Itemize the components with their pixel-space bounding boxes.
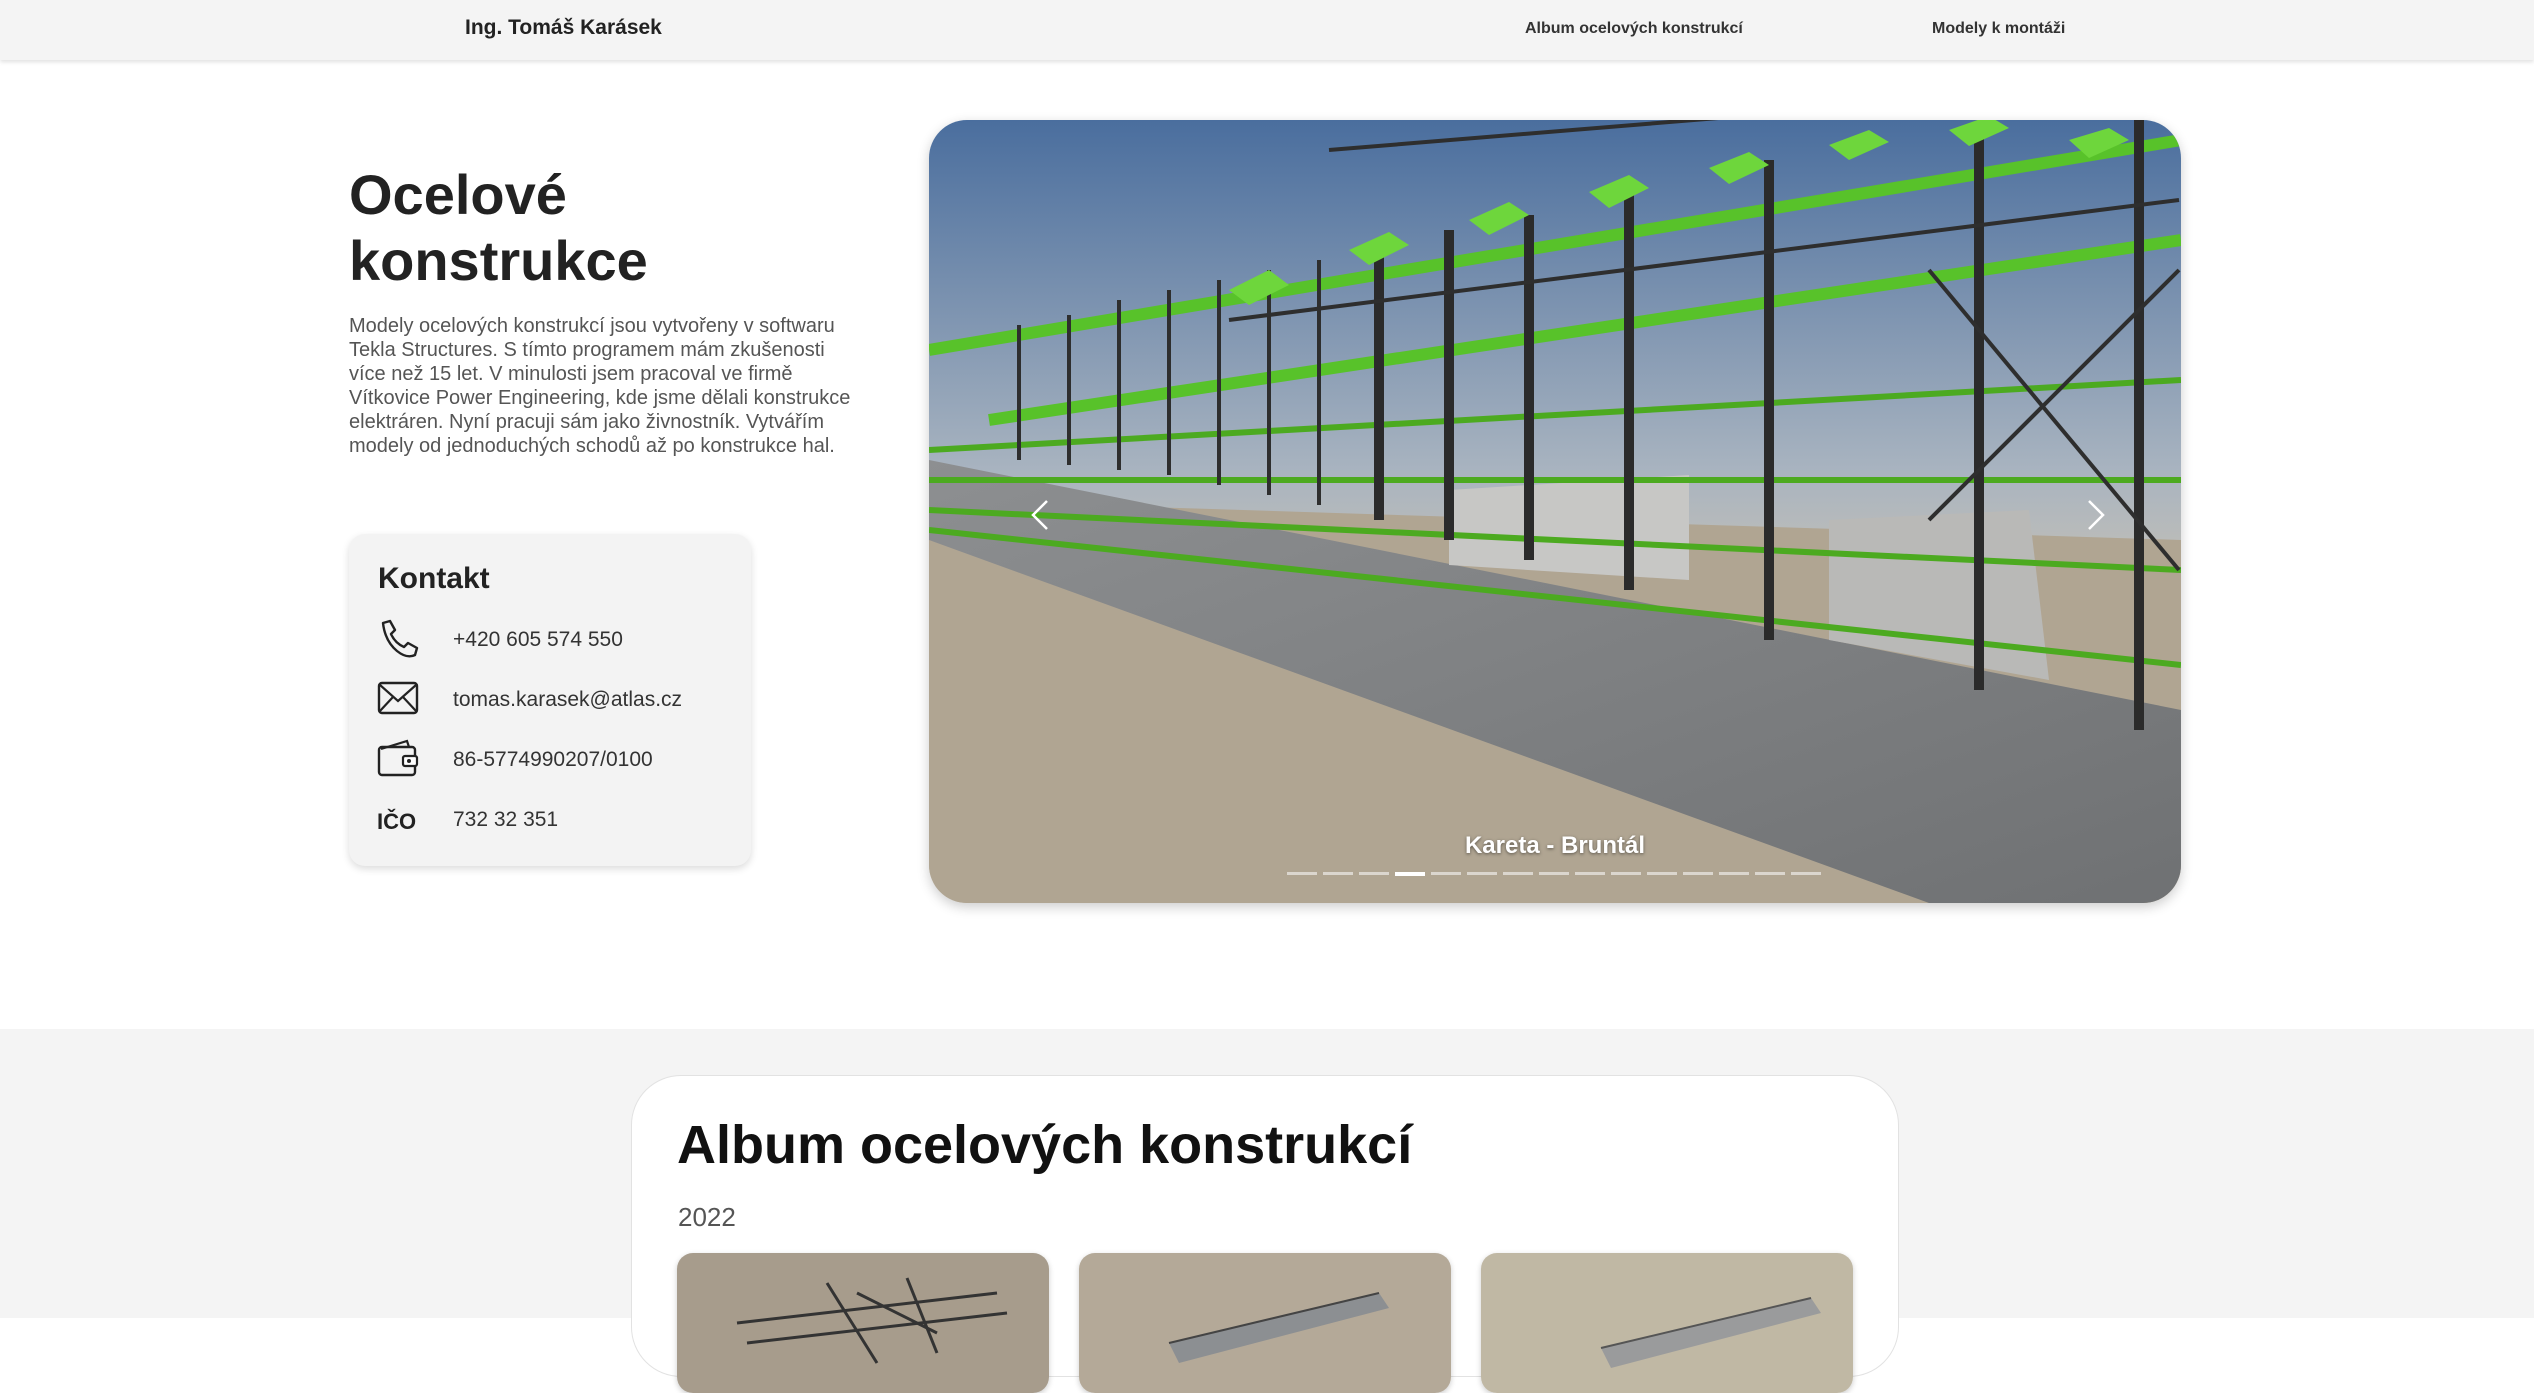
carousel-caption: Kareta - Bruntál	[1464, 832, 1646, 859]
carousel-slide-image	[929, 120, 2181, 903]
carousel-indicator[interactable]	[1683, 872, 1713, 875]
carousel-indicator[interactable]	[1467, 872, 1497, 875]
wallet-icon	[377, 739, 419, 777]
carousel-prev-button[interactable]	[1011, 485, 1071, 545]
nav-link-models[interactable]: Modely k montáži	[1932, 20, 2065, 38]
carousel-indicator[interactable]	[1755, 872, 1785, 875]
carousel-indicator[interactable]	[1791, 872, 1821, 875]
carousel-indicator[interactable]	[1611, 872, 1641, 875]
album-thumbnail-image	[677, 1253, 1049, 1393]
image-carousel: Kareta - Bruntál	[929, 120, 2181, 903]
contact-ico: 732 32 351	[453, 808, 559, 831]
album-year: 2022	[678, 1202, 736, 1232]
album-thumbnail[interactable]	[1481, 1253, 1853, 1393]
contact-bank-account: 86-5774990207/0100	[453, 748, 653, 771]
contact-card: Kontakt +420 605 574 550 tomas.karasek@a…	[349, 534, 751, 866]
album-thumbnail-image	[1079, 1253, 1451, 1393]
envelope-icon	[377, 681, 419, 715]
album-thumbnail[interactable]	[677, 1253, 1049, 1393]
contact-phone-row: +420 605 574 550	[377, 617, 737, 661]
contact-bank-row: 86-5774990207/0100	[377, 737, 737, 781]
album-card: Album ocelových konstrukcí 2022	[631, 1075, 1899, 1393]
phone-icon	[381, 619, 419, 658]
carousel-indicator[interactable]	[1503, 872, 1533, 875]
page-title: Ocelové konstrukce	[349, 163, 648, 292]
carousel-indicator[interactable]	[1575, 872, 1605, 875]
nav-link-album[interactable]: Album ocelových konstrukcí	[1525, 20, 1743, 38]
hero-description: Modely ocelových konstrukcí jsou vytvoře…	[349, 315, 851, 457]
carousel-indicator[interactable]	[1359, 872, 1389, 875]
carousel-indicator[interactable]	[1287, 872, 1317, 875]
carousel-indicator[interactable]	[1539, 872, 1569, 875]
carousel-next-button[interactable]	[2065, 485, 2125, 545]
carousel-indicator[interactable]	[1719, 872, 1749, 875]
ico-label: IČO	[377, 809, 417, 834]
album-title: Album ocelových konstrukcí	[677, 1115, 1413, 1175]
brand-link[interactable]: Ing. Tomáš Karásek	[465, 16, 662, 40]
carousel-indicator[interactable]	[1647, 872, 1677, 875]
album-thumbnail[interactable]	[1079, 1253, 1451, 1393]
carousel-indicator[interactable]	[1431, 872, 1461, 875]
carousel-indicator[interactable]	[1323, 872, 1353, 875]
album-thumbnail-image	[1481, 1253, 1853, 1393]
contact-title: Kontakt	[378, 562, 490, 595]
contact-phone[interactable]: +420 605 574 550	[453, 628, 623, 652]
contact-email[interactable]: tomas.karasek@atlas.cz	[453, 688, 682, 712]
contact-ico-row: IČO 732 32 351	[377, 797, 737, 841]
carousel-indicator[interactable]	[1395, 872, 1425, 876]
contact-email-row: tomas.karasek@atlas.cz	[377, 677, 737, 721]
top-navbar: Ing. Tomáš Karásek Album ocelových konst…	[0, 0, 2534, 60]
